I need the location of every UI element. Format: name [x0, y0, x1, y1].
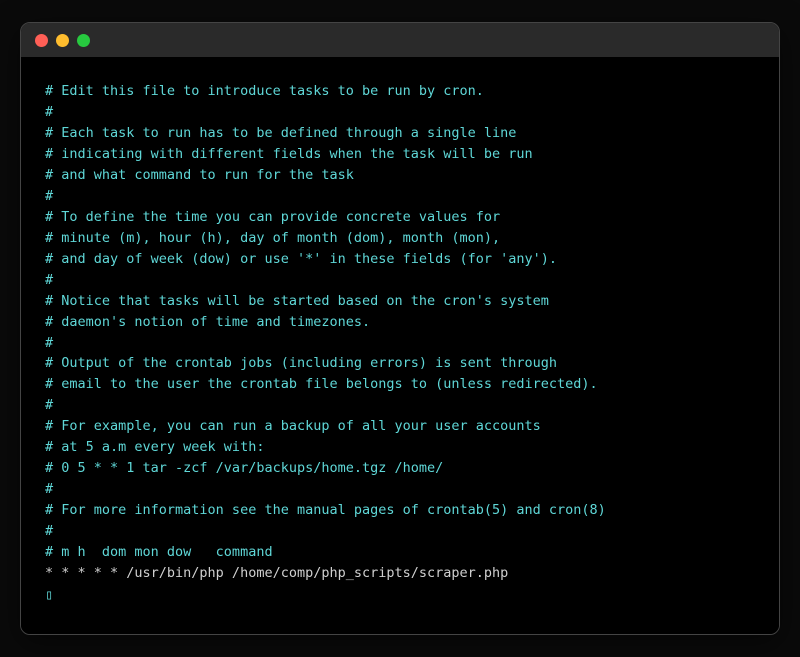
file-line: # — [45, 333, 755, 354]
file-line: # email to the user the crontab file bel… — [45, 374, 755, 395]
file-line: # For more information see the manual pa… — [45, 500, 755, 521]
file-line: # daemon's notion of time and timezones. — [45, 312, 755, 333]
file-line: # — [45, 270, 755, 291]
file-line: # — [45, 102, 755, 123]
file-line: # — [45, 395, 755, 416]
file-line: # For example, you can run a backup of a… — [45, 416, 755, 437]
file-line: # Each task to run has to be defined thr… — [45, 123, 755, 144]
file-line: # and day of week (dow) or use '*' in th… — [45, 249, 755, 270]
file-line: # 0 5 * * 1 tar -zcf /var/backups/home.t… — [45, 458, 755, 479]
file-line: # Output of the crontab jobs (including … — [45, 353, 755, 374]
file-line: # — [45, 479, 755, 500]
file-line: # — [45, 521, 755, 542]
file-line: # m h dom mon dow command — [45, 542, 755, 563]
file-line: # at 5 a.m every week with: — [45, 437, 755, 458]
file-content: # Edit this file to introduce tasks to b… — [45, 81, 755, 583]
cursor: ▯ — [45, 585, 53, 606]
file-line: # — [45, 186, 755, 207]
file-line: # minute (m), hour (h), day of month (do… — [45, 228, 755, 249]
file-line: # and what command to run for the task — [45, 165, 755, 186]
maximize-icon[interactable] — [77, 34, 90, 47]
file-line: # To define the time you can provide con… — [45, 207, 755, 228]
terminal-window: # Edit this file to introduce tasks to b… — [20, 22, 780, 634]
file-line: # indicating with different fields when … — [45, 144, 755, 165]
file-line: # Notice that tasks will be started base… — [45, 291, 755, 312]
file-line: # Edit this file to introduce tasks to b… — [45, 81, 755, 102]
file-line: * * * * * /usr/bin/php /home/comp/php_sc… — [45, 563, 755, 584]
minimize-icon[interactable] — [56, 34, 69, 47]
close-icon[interactable] — [35, 34, 48, 47]
terminal-body[interactable]: # Edit this file to introduce tasks to b… — [21, 57, 779, 633]
title-bar — [21, 23, 779, 57]
